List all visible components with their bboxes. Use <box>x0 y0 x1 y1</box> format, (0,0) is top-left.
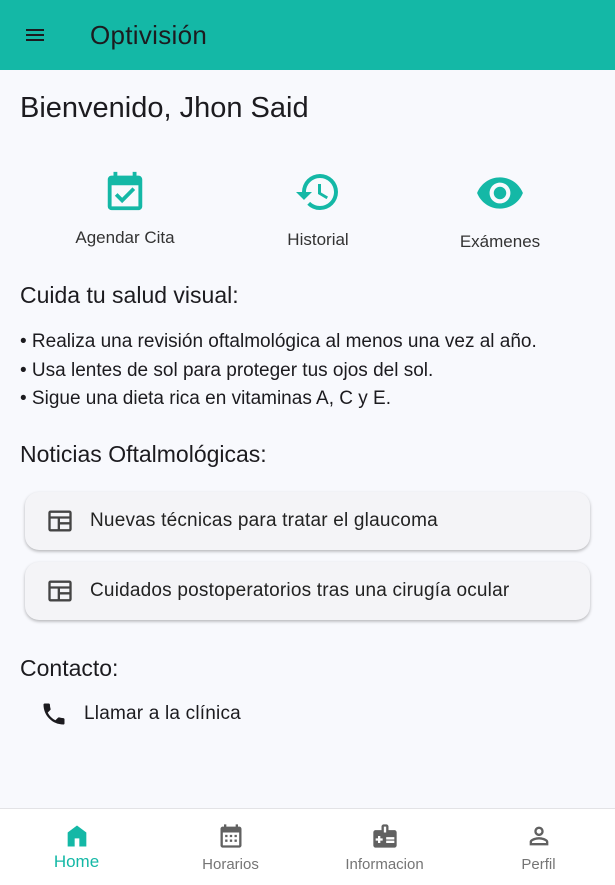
app-title: Optivisión <box>90 19 208 50</box>
greeting-heading: Bienvenido, Jhon Said <box>20 92 309 124</box>
nav-perfil[interactable]: Perfil <box>462 809 615 885</box>
nav-horarios[interactable]: Horarios <box>154 809 307 885</box>
calendar-icon <box>220 824 241 848</box>
person-icon <box>529 826 548 846</box>
nav-label: Perfil <box>521 856 556 873</box>
call-clinic-button[interactable]: Llamar a la clínica <box>40 700 241 728</box>
action-label: Agendar Cita <box>75 228 175 247</box>
menu-button[interactable] <box>15 15 55 55</box>
tips-heading: Cuida tu salud visual: <box>20 282 239 308</box>
nav-label: Home <box>53 852 100 871</box>
action-label: Exámenes <box>459 232 541 251</box>
bottom-navigation: Home Horarios Informacion Perfil <box>0 808 615 885</box>
tip-item: • Sigue una dieta rica en vitaminas A, C… <box>20 388 392 409</box>
action-label: Historial <box>287 230 349 249</box>
calendar-check-icon <box>107 171 143 211</box>
app-bar: Optivisión <box>0 0 615 70</box>
article-icon <box>48 580 72 602</box>
news-card[interactable]: Cuidados postoperatorios tras una cirugí… <box>25 562 590 620</box>
history-icon <box>296 174 338 211</box>
tip-item: • Usa lentes de sol para proteger tus oj… <box>20 359 434 381</box>
call-clinic-label: Llamar a la clínica <box>84 703 241 724</box>
contact-heading: Contacto: <box>20 655 119 681</box>
history-button[interactable]: Historial <box>243 168 393 250</box>
medical-info-icon <box>372 824 397 848</box>
home-icon <box>67 825 86 847</box>
nav-informacion[interactable]: Informacion <box>308 809 461 885</box>
quick-actions: Agendar Cita Historial Exámenes <box>0 168 615 258</box>
nav-label: Informacion <box>345 856 424 873</box>
schedule-appointment-button[interactable]: Agendar Cita <box>0 168 250 248</box>
exams-button[interactable]: Exámenes <box>425 168 575 252</box>
news-title: Nuevas técnicas para tratar el glaucoma <box>90 510 438 531</box>
nav-label: Horarios <box>202 856 259 873</box>
eye-icon <box>477 177 523 209</box>
article-icon <box>48 510 72 532</box>
news-card[interactable]: Nuevas técnicas para tratar el glaucoma <box>25 492 590 550</box>
news-title: Cuidados postoperatorios tras una cirugí… <box>90 580 510 601</box>
menu-icon <box>26 29 44 41</box>
tips-list: • Realiza una revisión oftalmológica al … <box>20 328 537 414</box>
tip-item: • Realiza una revisión oftalmológica al … <box>20 331 537 352</box>
nav-home[interactable]: Home <box>0 809 153 885</box>
news-heading: Noticias Oftalmológicas: <box>20 441 267 467</box>
phone-icon <box>43 703 65 725</box>
